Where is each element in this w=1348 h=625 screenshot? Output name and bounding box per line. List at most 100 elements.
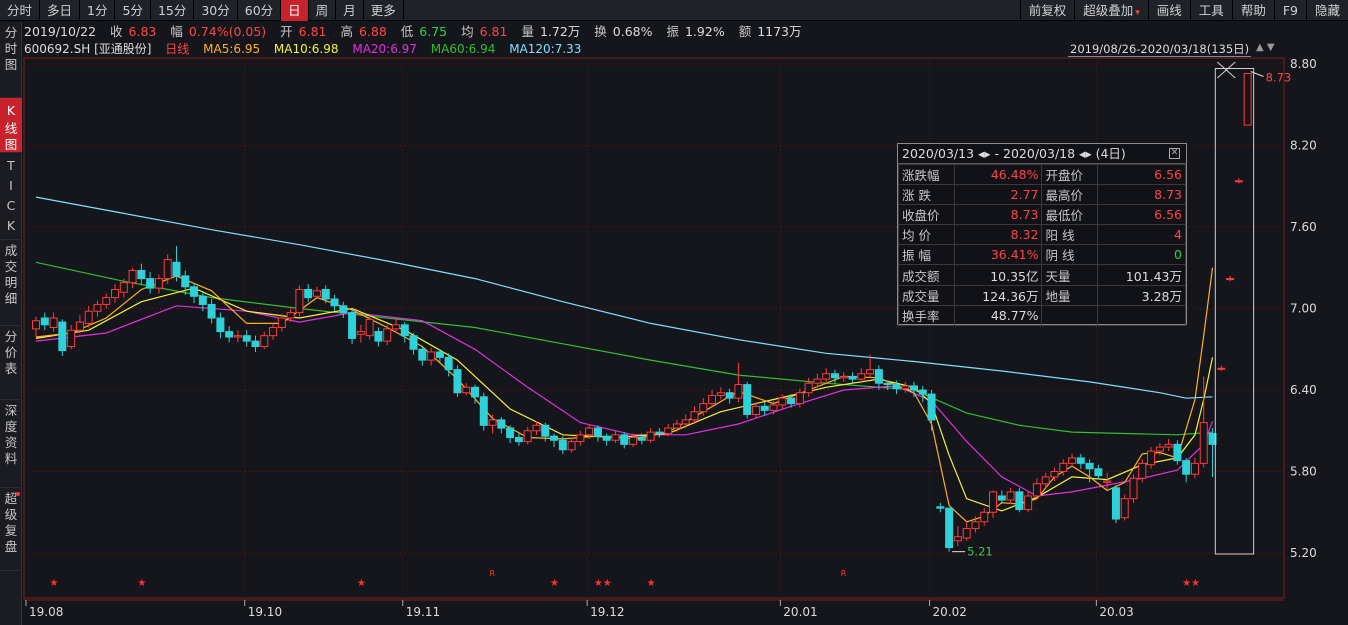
candle-body [330,298,339,307]
candle [804,377,813,397]
candle [1147,447,1156,469]
candle [980,508,989,526]
candle-body [295,288,304,314]
candle [1120,494,1129,521]
candle [1217,365,1226,371]
candle-body [304,288,313,299]
event-star-marker: ★ [1191,578,1200,589]
candle-body [216,317,225,333]
candle [479,392,488,431]
candle [295,285,304,317]
candle [190,282,199,304]
candle [1111,485,1120,524]
ma20-line [35,305,1214,497]
stats-label: 开盘价 [1041,163,1099,186]
candle [743,381,752,419]
interval-stats-header: 2020/03/13 ◂▸ - 2020/03/18 ◂▸ (4日) ✕ [898,144,1186,164]
candle-body [435,351,444,358]
candle [93,300,102,317]
candle-body [874,369,883,384]
event-r-marker: R [490,569,496,578]
candle [1243,73,1252,126]
candle-body [269,327,278,337]
candle [611,430,620,443]
x-tick-label: 19.08 [29,605,63,619]
stats-label: 换手率 [898,304,955,326]
candle [365,315,374,340]
stats-label: 地量 [1041,284,1099,306]
close-icon[interactable]: ✕ [1169,148,1180,159]
candle-body [172,261,181,277]
y-tick-label: 5.20 [1290,546,1317,560]
candle-body [497,419,506,429]
candle-body [901,385,910,390]
candle-body [198,295,207,305]
candle-body [1129,477,1138,500]
candle-body [1234,180,1243,183]
candle [172,246,181,282]
candle-body [611,434,620,441]
candle [1076,453,1085,469]
candle-body [312,290,321,297]
candle-body [163,259,172,280]
candle [918,385,927,403]
candle-body [1164,443,1173,448]
candle-body [629,437,638,445]
high-label: 8.73 [1266,71,1292,85]
candle [1129,474,1138,503]
candle-body [154,278,163,289]
candle-body [646,431,655,441]
candle-body [593,427,602,437]
candle-body [128,269,137,284]
candle-body [365,318,374,337]
candle-body [462,386,471,394]
candle-body [400,324,409,337]
interval-date-range[interactable]: 2020/03/13 ◂▸ - 2020/03/18 ◂▸ (4日) [902,146,1126,161]
stats-value: 101.43万 [1097,264,1186,286]
x-tick-label: 20.03 [1099,605,1133,619]
candle-body [1138,462,1147,479]
candle [356,324,365,343]
candle-body [1094,468,1103,477]
candle-body [514,437,523,443]
candle [725,388,734,404]
candle-body [751,405,760,415]
candle-body [523,430,532,443]
candle-body [102,297,111,305]
candle-body [620,434,629,445]
candle-body [550,435,559,441]
candle [927,390,936,431]
candle-body [1155,446,1164,452]
stats-value: 36.41% [953,244,1043,266]
x-tick-label: 20.01 [783,605,817,619]
candle-body [40,317,49,326]
x-tick-label: 19.10 [248,605,282,619]
candle-body [1032,483,1041,497]
stats-value: 48.77% [953,304,1043,326]
candle-body [558,439,567,451]
candle [374,327,383,347]
candle [945,507,954,552]
candle [383,324,392,346]
candle [207,298,216,324]
stats-label: 最低价 [1041,204,1099,226]
candle-body [32,320,40,330]
candle-body [1050,471,1059,478]
stats-label: 成交额 [898,264,955,286]
stats-label: 均 价 [898,224,955,246]
candle [312,286,321,299]
candle [233,330,242,343]
candle-body [637,437,646,441]
candle-body [374,331,383,342]
candle-body [1068,457,1077,464]
candle-body [418,348,427,361]
stats-row: 换手率 48.77% [898,304,1186,326]
candle-body [725,392,734,399]
candle [427,347,436,366]
candle [453,365,462,397]
candle-body [945,507,954,549]
event-star-marker: ★ [550,578,559,589]
candle [462,383,471,396]
candle-body [857,373,866,380]
candle [1068,453,1077,468]
